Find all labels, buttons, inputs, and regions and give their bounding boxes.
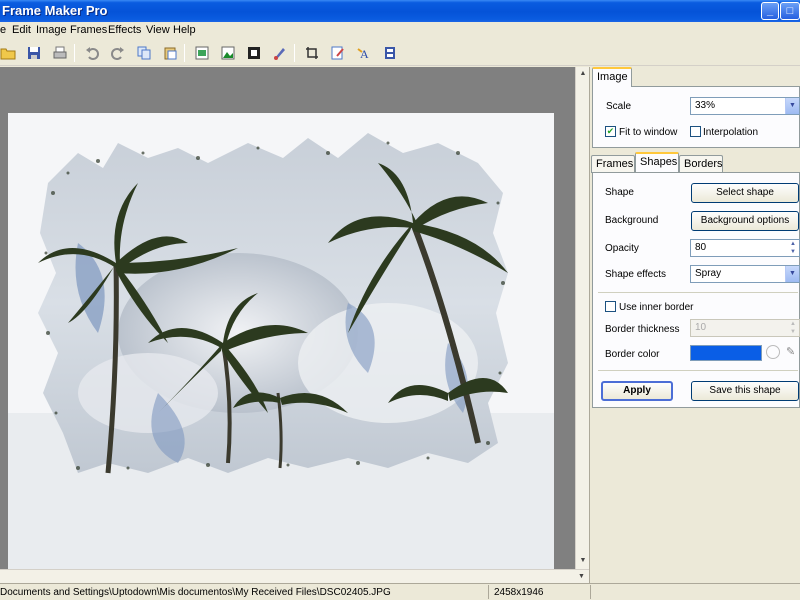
background-options-button[interactable]: Background options [691, 211, 799, 231]
scroll-up-icon[interactable]: ▲ [577, 68, 589, 80]
window-title: Frame Maker Pro [2, 3, 108, 18]
select-shape-button[interactable]: Select shape [691, 183, 799, 203]
horizontal-scrollbar[interactable]: ▼ [0, 569, 589, 583]
shape-effects-select[interactable]: Spray ▼ [690, 265, 800, 283]
vertical-scrollbar[interactable]: ▲ ▼ [575, 67, 589, 569]
title-bar: Frame Maker Pro _ □ [0, 0, 800, 22]
border-thickness-spinner[interactable]: 10 ▲ ▼ [690, 319, 800, 337]
print-icon[interactable] [50, 43, 70, 63]
border-color-label: Border color [605, 349, 660, 360]
apply-button[interactable]: Apply [601, 381, 673, 401]
open-folder-icon[interactable] [0, 43, 18, 63]
shapes-tab-page [592, 172, 800, 408]
brush-icon[interactable] [270, 43, 290, 63]
menu-bar: e Edit Image Frames Effects View Help [0, 22, 800, 40]
scale-value: 33% [695, 100, 716, 111]
menu-view[interactable]: View [146, 24, 170, 36]
tab-borders[interactable]: Borders [679, 155, 723, 173]
menu-frames[interactable]: Frames [70, 24, 107, 36]
inner-border-label: Use inner border [619, 302, 694, 313]
photo-preview [8, 113, 554, 591]
color-picker-icon[interactable] [766, 345, 780, 359]
redo-icon[interactable] [108, 43, 128, 63]
frame-icon[interactable] [244, 43, 264, 63]
image-icon[interactable] [192, 43, 212, 63]
menu-file[interactable]: e [0, 24, 6, 36]
edit-icon[interactable] [328, 43, 348, 63]
copy-icon[interactable] [134, 43, 154, 63]
eyedropper-icon[interactable]: ✎ [786, 345, 795, 358]
scale-label: Scale [606, 101, 632, 112]
inner-border-checkbox[interactable] [605, 301, 616, 312]
paste-icon[interactable] [160, 43, 180, 63]
fit-to-window-checkbox[interactable]: ✔ [605, 126, 616, 137]
image-tab-page [592, 86, 800, 148]
status-bar: Documents and Settings\Uptodown\Mis docu… [0, 583, 800, 600]
save-icon[interactable] [24, 43, 44, 63]
crop-icon[interactable] [302, 43, 322, 63]
opacity-label: Opacity [605, 243, 639, 254]
save-shape-button[interactable]: Save this shape [691, 381, 799, 401]
fit-to-window-label: Fit to window [619, 127, 678, 138]
opacity-spinner[interactable]: 80 ▲ ▼ [690, 239, 800, 257]
maximize-button[interactable]: □ [780, 2, 800, 20]
chevron-down-icon: ▼ [785, 98, 799, 114]
divider [598, 292, 798, 293]
scroll-corner-icon: ▼ [578, 573, 585, 580]
tab-frames[interactable]: Frames [591, 155, 635, 173]
border-thickness-label: Border thickness [605, 324, 680, 335]
text-effect-icon[interactable]: A [354, 43, 374, 63]
opacity-value: 80 [695, 242, 707, 253]
interpolation-label: Interpolation [703, 127, 759, 138]
spinner-arrows-icon: ▲ ▼ [790, 321, 796, 335]
status-dimensions: 2458x1946 [494, 587, 544, 598]
menu-help[interactable]: Help [173, 24, 196, 36]
interpolation-checkbox[interactable] [690, 126, 701, 137]
background-label: Background [605, 215, 659, 226]
landscape-icon[interactable] [218, 43, 238, 63]
spinner-arrows-icon[interactable]: ▲ ▼ [787, 240, 799, 256]
undo-icon[interactable] [82, 43, 102, 63]
shape-label: Shape [605, 187, 634, 198]
status-file-path: Documents and Settings\Uptodown\Mis docu… [0, 587, 391, 598]
shape-effects-value: Spray [695, 268, 722, 279]
border-thickness-value: 10 [695, 322, 707, 333]
film-icon[interactable] [380, 43, 400, 63]
shape-effects-label: Shape effects [605, 269, 666, 280]
image-canvas[interactable] [0, 67, 575, 591]
minimize-button[interactable]: _ [761, 2, 779, 20]
divider [598, 370, 798, 371]
chevron-down-icon: ▼ [785, 266, 799, 282]
menu-effects[interactable]: Effects [108, 24, 141, 36]
menu-image[interactable]: Image [36, 24, 67, 36]
svg-text:A: A [360, 47, 369, 60]
border-color-swatch[interactable] [690, 345, 762, 361]
tab-image[interactable]: Image [592, 67, 632, 87]
scale-select[interactable]: 33% ▼ [690, 97, 800, 115]
tab-shapes[interactable]: Shapes [635, 152, 679, 172]
scroll-down-icon[interactable]: ▼ [577, 555, 589, 567]
menu-edit[interactable]: Edit [12, 24, 31, 36]
toolbar: A [0, 40, 800, 66]
